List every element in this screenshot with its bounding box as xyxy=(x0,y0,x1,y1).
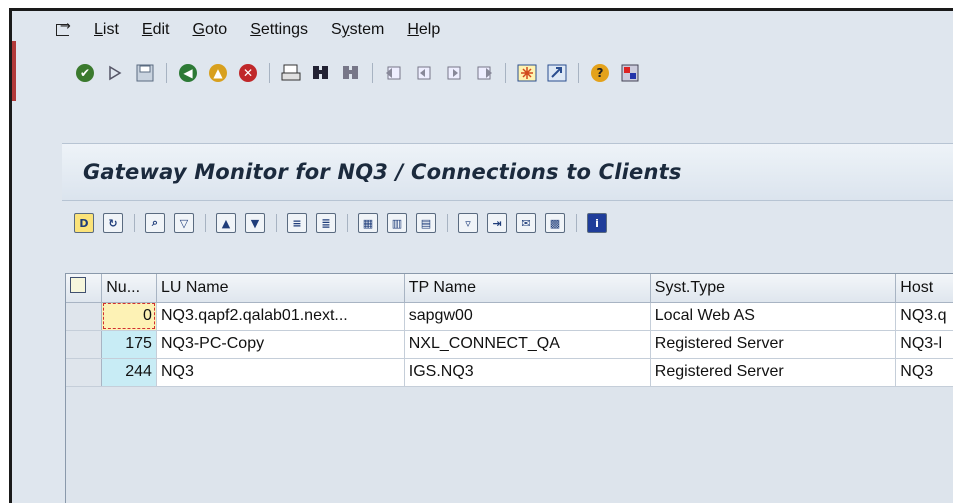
toolbar-separator xyxy=(576,214,577,232)
back-icon[interactable]: ◀ xyxy=(177,62,199,84)
syst-type-cell[interactable]: Registered Server xyxy=(650,358,897,387)
print-list-icon[interactable]: ≣ xyxy=(316,213,336,233)
sort-descending-icon[interactable]: ▼ xyxy=(245,213,265,233)
layout-menu-icon[interactable] xyxy=(619,62,641,84)
details-icon[interactable]: D xyxy=(74,213,94,233)
toolbar-separator xyxy=(269,63,270,83)
cancel-icon[interactable]: ✕ xyxy=(237,62,259,84)
tp-name-cell[interactable]: sapgw00 xyxy=(404,302,651,331)
refresh-icon[interactable]: ↻ xyxy=(103,213,123,233)
find-icon[interactable] xyxy=(310,62,332,84)
row-selector[interactable] xyxy=(66,302,103,331)
info-icon[interactable]: i xyxy=(587,213,607,233)
filter-list-icon[interactable]: ▿ xyxy=(458,213,478,233)
shortcut-icon[interactable] xyxy=(546,62,568,84)
syst-type-cell[interactable]: Local Web AS xyxy=(650,302,897,331)
column-header-syst-type[interactable]: Syst.Type xyxy=(650,274,897,303)
tp-name-cell[interactable]: NXL_CONNECT_QA xyxy=(404,330,651,359)
table-header: Nu... LU Name TP Name Syst.Type Host xyxy=(66,274,953,303)
row-selector[interactable] xyxy=(66,330,103,359)
sort-ascending-icon[interactable]: ▲ xyxy=(216,213,236,233)
calculator-icon[interactable]: ▩ xyxy=(545,213,565,233)
table-row[interactable]: 244 NQ3 IGS.NQ3 Registered Server NQ3 xyxy=(66,358,953,387)
toolbar-separator xyxy=(372,63,373,83)
menu-settings[interactable]: Settings xyxy=(250,21,308,39)
toolbar-separator xyxy=(347,214,348,232)
column-layout-icon[interactable]: ▥ xyxy=(387,213,407,233)
host-cell[interactable]: NQ3.q xyxy=(895,302,953,331)
toolbar-separator xyxy=(505,63,506,83)
table-row[interactable]: 175 NQ3-PC-Copy NXL_CONNECT_QA Registere… xyxy=(66,330,953,359)
number-cell[interactable]: 175 xyxy=(101,330,157,359)
host-cell[interactable]: NQ3 xyxy=(895,358,953,387)
column-header-lu-name[interactable]: LU Name xyxy=(156,274,405,303)
syst-type-cell[interactable]: Registered Server xyxy=(650,330,897,359)
command-field-icon[interactable] xyxy=(104,62,126,84)
last-page-icon[interactable] xyxy=(473,62,495,84)
menu-help[interactable]: Help xyxy=(407,21,440,39)
column-header-number[interactable]: Nu... xyxy=(101,274,157,303)
host-cell[interactable]: NQ3-l xyxy=(895,330,953,359)
row-selector[interactable] xyxy=(66,358,103,387)
menu-exit-icon[interactable] xyxy=(54,19,72,38)
exit-icon[interactable]: ▲ xyxy=(207,62,229,84)
column-header-tp-name[interactable]: TP Name xyxy=(404,274,651,303)
menu-goto[interactable]: Goto xyxy=(192,21,227,39)
sap-window: List Edit Goto Settings System Help ✔ ◀ … xyxy=(9,8,953,503)
toolbar-separator xyxy=(447,214,448,232)
tp-name-cell[interactable]: IGS.NQ3 xyxy=(404,358,651,387)
application-toolbar: D ↻ ⌕ ▽ ▲ ▼ ≡ ≣ ▦ ▥ ▤ ▿ ⇥ ✉ ▩ i xyxy=(74,207,616,239)
search-icon[interactable]: ⌕ xyxy=(145,213,165,233)
number-cell[interactable]: 244 xyxy=(101,358,157,387)
lu-name-cell[interactable]: NQ3.qapf2.qalab01.next... xyxy=(156,302,405,331)
first-page-icon[interactable] xyxy=(383,62,405,84)
help-icon[interactable]: ? xyxy=(589,62,611,84)
toolbar-separator xyxy=(134,214,135,232)
page-title: Gateway Monitor for NQ3 / Connections to… xyxy=(83,160,682,184)
print-icon[interactable] xyxy=(280,62,302,84)
row-layout-icon[interactable]: ▤ xyxy=(416,213,436,233)
enter-icon[interactable]: ✔ xyxy=(74,62,96,84)
toolbar-separator xyxy=(166,63,167,83)
send-icon[interactable]: ✉ xyxy=(516,213,536,233)
connections-table: Nu... LU Name TP Name Syst.Type Host 0 N… xyxy=(65,273,953,503)
table-row[interactable]: 0 NQ3.qapf2.qalab01.next... sapgw00 Loca… xyxy=(66,302,953,331)
find-next-icon[interactable] xyxy=(340,62,362,84)
column-header-host[interactable]: Host xyxy=(895,274,953,303)
menu-system[interactable]: System xyxy=(331,21,384,39)
window-edge-mark xyxy=(12,41,16,101)
standard-toolbar: ✔ ◀ ▲ ✕ ? xyxy=(74,55,649,91)
toolbar-separator xyxy=(276,214,277,232)
toolbar-separator xyxy=(205,214,206,232)
save-icon[interactable] xyxy=(134,62,156,84)
create-session-icon[interactable] xyxy=(516,62,538,84)
select-all-icon[interactable] xyxy=(66,274,103,303)
toolbar-separator xyxy=(578,63,579,83)
lu-name-cell[interactable]: NQ3-PC-Copy xyxy=(156,330,405,359)
grid-layout-icon[interactable]: ▦ xyxy=(358,213,378,233)
menu-list[interactable]: List xyxy=(94,21,119,39)
number-cell[interactable]: 0 xyxy=(101,302,157,331)
local-file-icon[interactable]: ⇥ xyxy=(487,213,507,233)
filter-icon[interactable]: ▽ xyxy=(174,213,194,233)
title-bar: Gateway Monitor for NQ3 / Connections to… xyxy=(62,143,953,201)
menu-bar: List Edit Goto Settings System Help xyxy=(12,11,953,49)
previous-page-icon[interactable] xyxy=(413,62,435,84)
export-icon[interactable]: ≡ xyxy=(287,213,307,233)
next-page-icon[interactable] xyxy=(443,62,465,84)
menu-edit[interactable]: Edit xyxy=(142,21,170,39)
lu-name-cell[interactable]: NQ3 xyxy=(156,358,405,387)
